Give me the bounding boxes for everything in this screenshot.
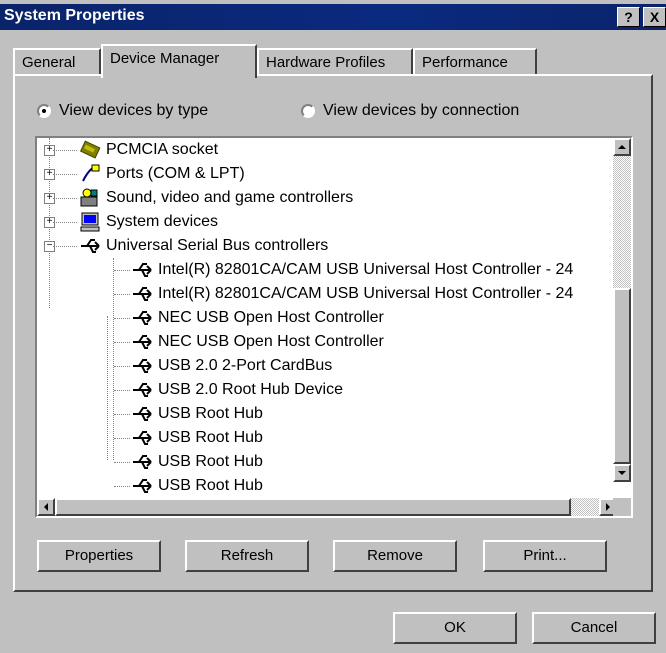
vertical-scrollbar[interactable] xyxy=(613,138,631,482)
radio-selected-icon xyxy=(37,104,51,118)
window-title: System Properties xyxy=(4,7,145,24)
usb-icon xyxy=(133,407,152,421)
tree-line xyxy=(53,150,77,151)
tab-device-manager[interactable]: Device Manager xyxy=(101,44,257,78)
tree-item-label: Intel(R) 82801CA/CAM USB Universal Host … xyxy=(158,285,574,302)
usb-icon xyxy=(133,335,152,349)
tree-item-sound[interactable]: Sound, video and game controllers xyxy=(79,186,353,210)
remove-button[interactable]: Remove xyxy=(333,540,457,572)
scrollbar-corner xyxy=(613,498,631,516)
system-properties-window: System Properties ? X General Device Man… xyxy=(0,0,666,653)
usb-icon xyxy=(133,311,152,325)
tree-item-label: PCMCIA socket xyxy=(106,141,219,158)
pcmcia-icon xyxy=(79,140,101,159)
tree-line xyxy=(114,342,130,343)
tree-line xyxy=(53,198,77,199)
tree-item-label: System devices xyxy=(106,213,219,230)
tree-line xyxy=(114,270,130,271)
tree-line xyxy=(53,174,77,175)
arrow-up-icon xyxy=(618,145,626,149)
tree-line xyxy=(113,258,114,460)
scroll-left-button[interactable] xyxy=(37,498,55,516)
tree-item-system-devices[interactable]: System devices xyxy=(79,210,218,234)
device-tree[interactable]: + PCMCIA socket + Ports (COM & LPT) + So… xyxy=(35,136,633,518)
tree-item-usb-device[interactable]: NEC USB Open Host Controller xyxy=(131,306,384,330)
tree-line xyxy=(107,316,108,460)
usb-icon xyxy=(133,431,152,445)
usb-icon xyxy=(133,263,152,277)
cancel-button[interactable]: Cancel xyxy=(532,612,656,644)
sound-icon xyxy=(80,188,98,207)
tree-line xyxy=(53,222,77,223)
properties-button[interactable]: Properties xyxy=(37,540,161,572)
tree-item-label: USB Root Hub xyxy=(158,429,263,446)
usb-icon xyxy=(133,359,152,373)
tree-line xyxy=(114,486,130,487)
arrow-left-icon xyxy=(44,503,48,511)
tree-item-ports[interactable]: Ports (COM & LPT) xyxy=(79,162,245,186)
view-by-connection-label: View devices by connection xyxy=(323,102,520,119)
tree-line xyxy=(114,462,130,463)
tree-item-label: Ports (COM & LPT) xyxy=(106,165,245,182)
tree-item-usb-device[interactable]: USB 2.0 Root Hub Device xyxy=(131,378,343,402)
tree-item-label: USB 2.0 Root Hub Device xyxy=(158,381,343,398)
tree-line xyxy=(114,438,130,439)
tree-line xyxy=(114,318,130,319)
device-manager-panel: View devices by type View devices by con… xyxy=(13,74,653,592)
tree-item-usb-device[interactable]: Intel(R) 82801CA/CAM USB Universal Host … xyxy=(131,258,573,282)
tab-performance[interactable]: Performance xyxy=(413,48,537,76)
refresh-button[interactable]: Refresh xyxy=(185,540,309,572)
usb-icon xyxy=(133,479,152,493)
tree-item-label: NEC USB Open Host Controller xyxy=(158,309,384,326)
usb-icon xyxy=(133,455,152,469)
vertical-scroll-thumb[interactable] xyxy=(613,288,631,464)
tree-line xyxy=(114,366,130,367)
tree-item-label: Intel(R) 82801CA/CAM USB Universal Host … xyxy=(158,261,574,278)
tree-line xyxy=(114,294,130,295)
title-bar[interactable]: System Properties ? X xyxy=(0,4,666,30)
tab-general[interactable]: General xyxy=(13,48,101,76)
tree-item-usb-controllers[interactable]: Universal Serial Bus controllers xyxy=(79,234,328,258)
arrow-down-icon xyxy=(618,471,626,475)
horizontal-scroll-thumb[interactable] xyxy=(55,498,571,516)
computer-icon xyxy=(80,212,100,232)
horizontal-scrollbar[interactable] xyxy=(37,498,617,516)
view-by-type-label: View devices by type xyxy=(59,102,209,119)
tree-item-usb-device[interactable]: USB Root Hub xyxy=(131,450,263,474)
tree-item-usb-device[interactable]: NEC USB Open Host Controller xyxy=(131,330,384,354)
scroll-down-button[interactable] xyxy=(613,464,631,482)
tree-item-label: USB Root Hub xyxy=(158,477,263,494)
tree-item-label: USB 2.0 2-Port CardBus xyxy=(158,357,333,374)
view-by-type-radio[interactable]: View devices by type xyxy=(37,102,208,120)
tree-line xyxy=(114,414,130,415)
close-button[interactable]: X xyxy=(643,7,666,27)
usb-icon xyxy=(133,383,152,397)
ok-button[interactable]: OK xyxy=(393,612,517,644)
tree-item-label: Universal Serial Bus controllers xyxy=(106,237,329,254)
scroll-up-button[interactable] xyxy=(613,138,631,156)
tree-item-pcmcia[interactable]: PCMCIA socket xyxy=(79,138,218,162)
tree-item-label: Sound, video and game controllers xyxy=(106,189,354,206)
tree-item-usb-device[interactable]: USB 2.0 2-Port CardBus xyxy=(131,354,332,378)
tree-item-usb-device[interactable]: USB Root Hub xyxy=(131,426,263,450)
port-icon xyxy=(82,164,100,182)
help-button[interactable]: ? xyxy=(617,7,640,27)
tree-item-usb-device[interactable]: USB Root Hub xyxy=(131,474,263,498)
tree-item-label: USB Root Hub xyxy=(158,405,263,422)
tree-item-label: NEC USB Open Host Controller xyxy=(158,333,384,350)
print-button[interactable]: Print... xyxy=(483,540,607,572)
tree-item-usb-device[interactable]: USB Root Hub xyxy=(131,402,263,426)
tree-line xyxy=(114,390,130,391)
view-by-connection-radio[interactable]: View devices by connection xyxy=(301,102,519,120)
tree-item-usb-device[interactable]: Intel(R) 82801CA/CAM USB Universal Host … xyxy=(131,282,573,306)
usb-icon xyxy=(81,239,100,253)
tab-hardware-profiles[interactable]: Hardware Profiles xyxy=(257,48,413,76)
usb-icon xyxy=(133,287,152,301)
tree-item-label: USB Root Hub xyxy=(158,453,263,470)
tree-line xyxy=(53,246,77,247)
radio-unselected-icon xyxy=(301,104,315,118)
